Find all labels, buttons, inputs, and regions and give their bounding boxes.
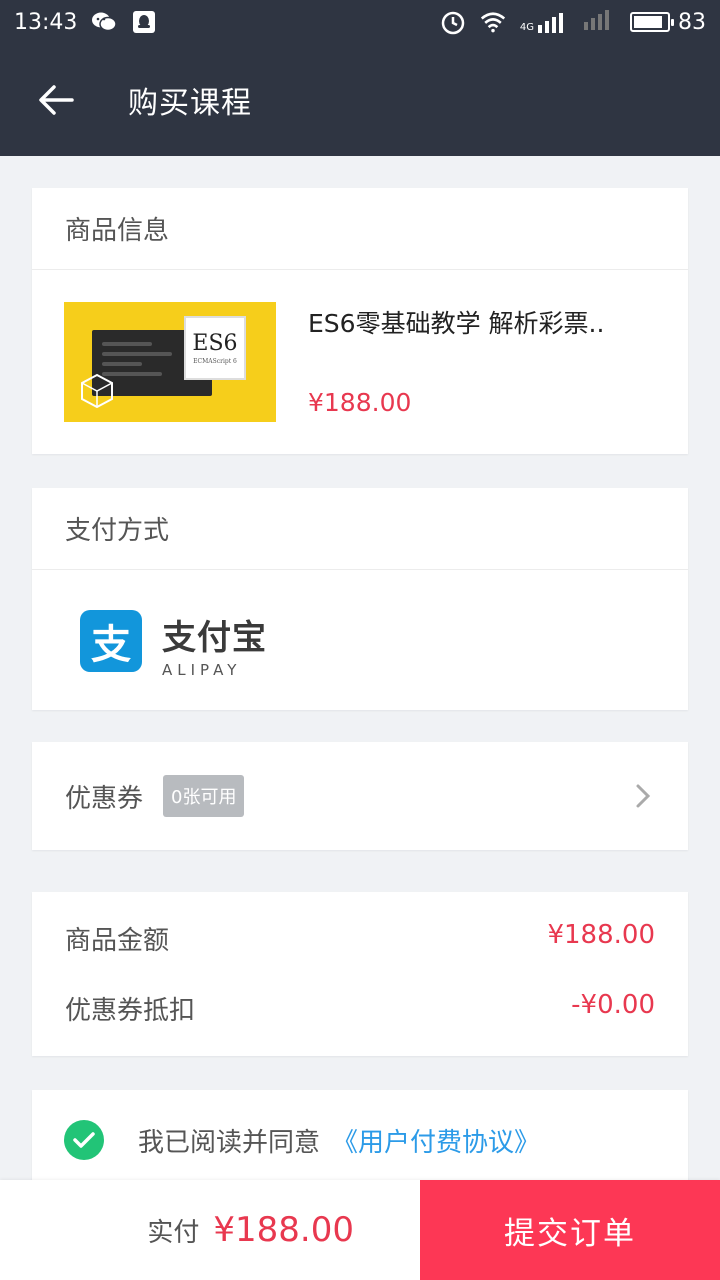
status-bar: 13:43 4G 83: [0, 0, 720, 44]
arrow-left-icon: [39, 85, 74, 115]
product-section-title: 商品信息: [32, 188, 688, 270]
submit-order-button[interactable]: 提交订单: [420, 1180, 720, 1280]
coupon-count-badge: 0张可用: [163, 775, 245, 817]
amount-summary-card: 商品金额 ¥188.00 优惠券抵扣 -¥0.00: [32, 892, 688, 1056]
alipay-icon: 支: [80, 610, 142, 672]
cube-icon: [81, 373, 113, 409]
product-info-card: 商品信息 ES6 ECMAScript 6 ES6零基础教学 解析彩票.. ¥1…: [32, 188, 688, 454]
es6-badge: ES6 ECMAScript 6: [184, 316, 246, 380]
checkout-bar: 实付 ¥188.00 提交订单: [0, 1180, 720, 1280]
agreement-checkbox[interactable]: [64, 1120, 104, 1160]
signal-empty-icon: [582, 8, 616, 36]
battery-level: 83: [678, 9, 706, 35]
subtotal-row: 商品金额 ¥188.00: [65, 920, 655, 957]
qq-icon: [131, 9, 157, 35]
product-item[interactable]: ES6 ECMAScript 6 ES6零基础教学 解析彩票.. ¥188.00: [32, 270, 688, 454]
discount-value: -¥0.00: [571, 990, 655, 1020]
alipay-option[interactable]: 支 支付宝 ALIPAY: [32, 570, 688, 710]
alipay-wordmark: 支付宝 ALIPAY: [162, 618, 267, 679]
discount-label: 优惠券抵扣: [65, 996, 196, 1026]
pay-total-value: ¥188.00: [213, 1210, 354, 1250]
subtotal-value: ¥188.00: [547, 920, 655, 950]
product-name: ES6零基础教学 解析彩票..: [308, 309, 605, 338]
payment-section-title: 支付方式: [32, 488, 688, 570]
discount-row: 优惠券抵扣 -¥0.00: [65, 990, 655, 1027]
product-price: ¥188.00: [308, 388, 412, 417]
battery-icon: [630, 12, 674, 32]
product-thumbnail: ES6 ECMAScript 6: [64, 302, 276, 422]
back-button[interactable]: [28, 72, 84, 128]
coupon-label: 优惠券: [65, 783, 144, 814]
checkmark-icon: [73, 1132, 95, 1148]
payment-method-card: 支付方式 支 支付宝 ALIPAY: [32, 488, 688, 710]
coupon-row[interactable]: 优惠券 0张可用: [32, 742, 688, 850]
page-title: 购买课程: [128, 86, 252, 121]
pay-summary: 实付 ¥188.00: [0, 1180, 420, 1280]
wifi-icon: [480, 9, 506, 35]
agreement-row: 我已阅读并同意 《用户付费协议》: [32, 1090, 688, 1190]
agreement-link[interactable]: 《用户付费协议》: [332, 1122, 540, 1159]
status-time: 13:43: [14, 9, 78, 35]
agreement-text: 我已阅读并同意: [138, 1127, 321, 1158]
signal-icon: 4G: [520, 11, 568, 33]
subtotal-label: 商品金额: [65, 926, 170, 956]
pay-total-label: 实付: [147, 1217, 200, 1248]
alarm-icon: [440, 9, 466, 35]
chevron-right-icon: [636, 784, 651, 808]
app-bar: 购买课程: [0, 44, 720, 156]
wechat-icon: [91, 9, 118, 35]
